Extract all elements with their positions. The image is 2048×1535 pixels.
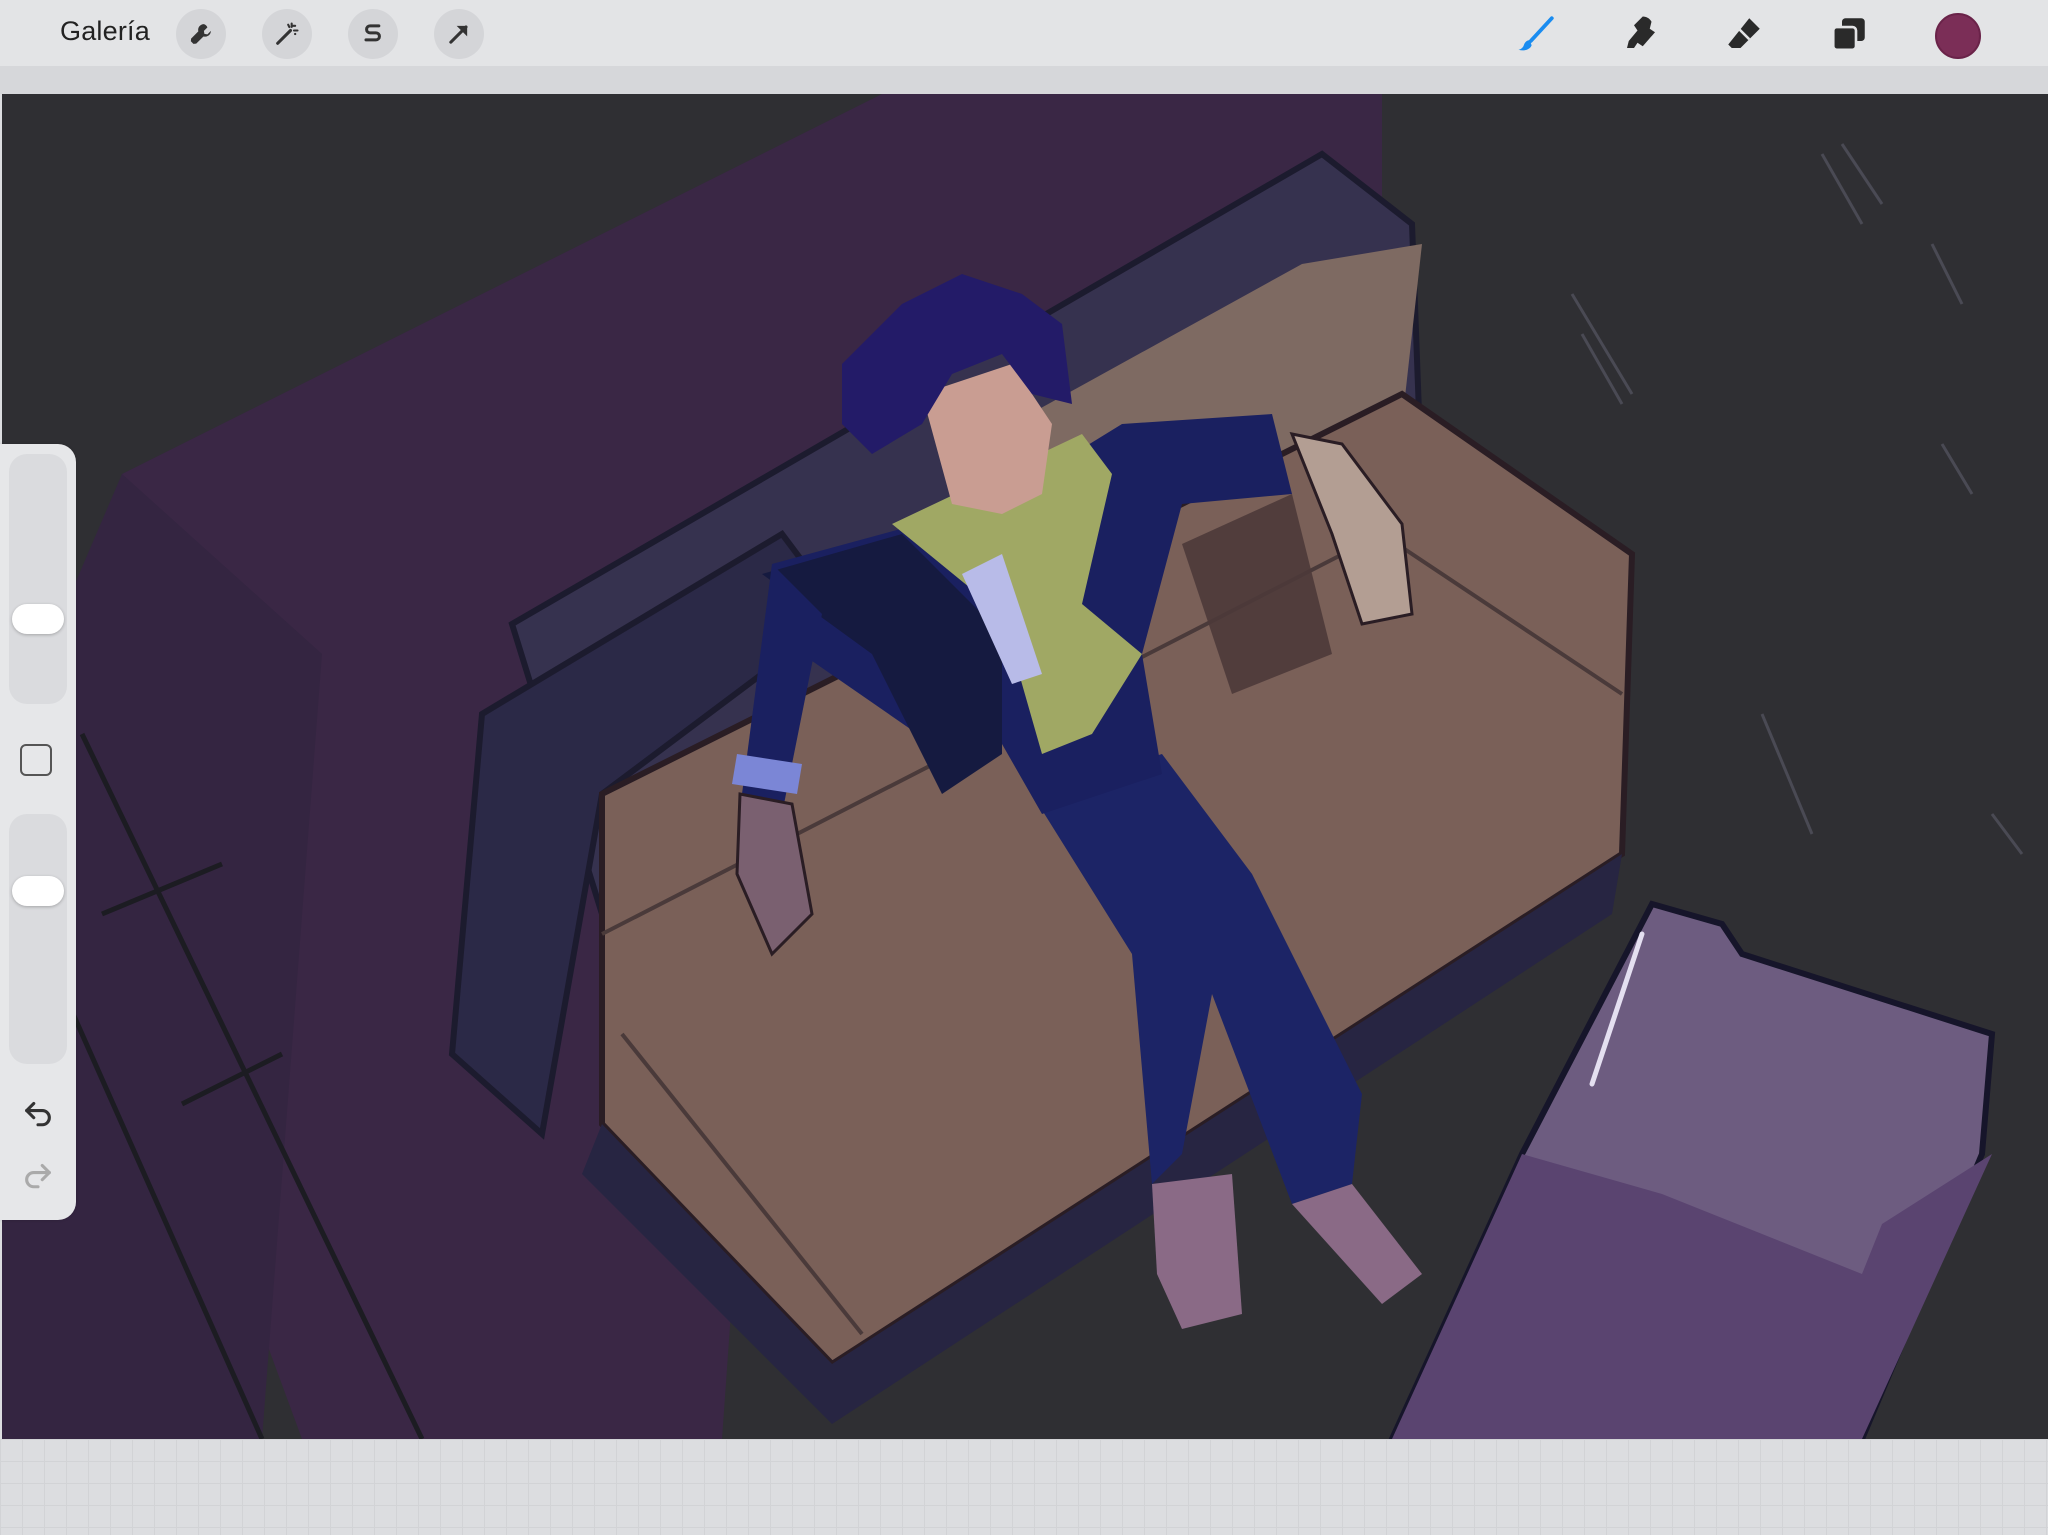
brush-tool-button[interactable] [1512,10,1560,58]
transform-arrow-icon [449,25,468,44]
actions-button[interactable] [176,9,226,59]
layers-icon [1831,18,1865,52]
top-toolbar: Galería [0,0,2048,66]
eraser-tool-button[interactable] [1720,10,1768,58]
smudge-tool-button[interactable] [1617,10,1665,58]
opacity-thumb[interactable] [12,876,64,906]
magic-wand-icon [276,22,299,45]
redo-icon [25,1163,51,1189]
transform-button[interactable] [434,9,484,59]
brush-size-thumb[interactable] [12,604,64,634]
color-picker-button[interactable] [1935,13,1981,59]
gallery-button[interactable]: Galería [60,16,150,47]
eraser-icon [1728,18,1760,48]
undo-button[interactable] [18,1094,58,1130]
undo-icon [25,1101,51,1127]
wrench-icon [190,24,211,44]
sidebar [0,444,76,1220]
selection-button[interactable] [348,9,398,59]
modify-button[interactable] [20,744,52,776]
redo-button[interactable] [18,1156,58,1192]
brush-size-slider[interactable] [9,454,67,704]
adjustments-button[interactable] [262,9,312,59]
layers-button[interactable] [1825,10,1873,58]
opacity-slider[interactable] [9,814,67,1064]
bottom-margin [0,1439,2048,1535]
selection-s-icon [364,24,381,42]
brush-icon [1518,16,1554,51]
drawing-canvas[interactable] [2,94,2048,1439]
artwork-illustration [2,94,2024,1439]
smudge-icon [1627,16,1655,48]
toolbar-divider [0,66,2048,94]
